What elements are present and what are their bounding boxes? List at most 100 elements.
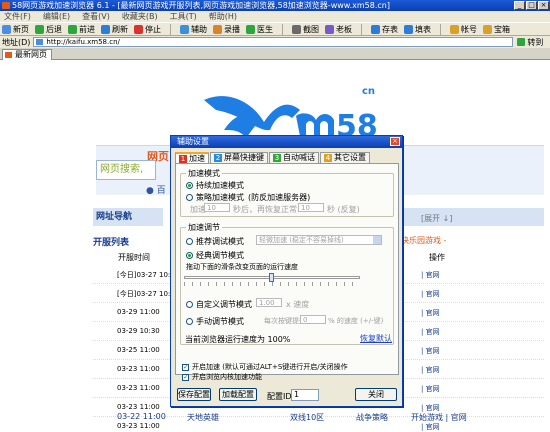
load-config-button[interactable]: 加载配置: [219, 388, 257, 401]
row-official-link[interactable]: | 官网: [421, 308, 440, 318]
dialog-tab-4[interactable]: 4 其它设置: [320, 152, 370, 163]
minimize-button[interactable]: _: [514, 1, 525, 10]
toolbar-button-forward[interactable]: 前进: [68, 24, 95, 35]
search-engine-radio[interactable]: ● 百: [146, 183, 166, 196]
toolbar-button-boss-key[interactable]: 老板: [325, 24, 352, 35]
toolbar-button-fill-form[interactable]: 填表: [404, 24, 431, 35]
menu-help[interactable]: 帮助(H): [209, 11, 237, 22]
strategy-mode-option[interactable]: 策略加速模式 (防反加速服务器): [186, 192, 310, 203]
toolbar-separator: [170, 23, 171, 35]
row-official-link[interactable]: | 官网: [421, 365, 440, 375]
manual-mode-option[interactable]: 手动调节模式: [186, 316, 244, 327]
refresh-icon: [101, 24, 110, 34]
toolbar-label: 刷新: [112, 24, 128, 34]
toolbar-button-screenshot[interactable]: 截图: [292, 24, 319, 35]
close-window-button[interactable]: ×: [538, 1, 549, 10]
search-input[interactable]: 网页搜索,: [96, 160, 156, 180]
dialog-titlebar[interactable]: 辅助设置 ×: [171, 136, 402, 148]
maximize-button[interactable]: □: [526, 1, 537, 10]
row-official-link[interactable]: | 官网: [421, 384, 440, 394]
menu-bar: 文件(F) 编辑(E) 查看(V) 收藏夹(B) 工具(T) 帮助(H): [0, 11, 550, 22]
toolbar-button-account[interactable]: 帐号: [450, 24, 477, 35]
config-id-input[interactable]: 1: [291, 389, 319, 401]
toolbar-label: 后退: [46, 24, 62, 34]
custom-mode-radio[interactable]: [186, 301, 193, 308]
slider-thumb[interactable]: [269, 273, 274, 282]
restore-default-link[interactable]: 恢复默认: [360, 333, 392, 344]
strategy-mode-note: (防反加速服务器): [248, 193, 311, 202]
row-game-link[interactable]: 天地英雄: [187, 412, 219, 423]
dialog-title: 辅助设置: [177, 137, 209, 146]
toolbar: 新页 后退 前进 刷新 停止 辅助 录播 医生 截图 老板 存表 填表 帐号 宝箱: [0, 22, 550, 36]
menu-file[interactable]: 文件(F): [4, 11, 31, 22]
row-official-link[interactable]: | 官网: [421, 289, 440, 299]
enable-accel-option[interactable]: 开启加速 (默认可通过ALT+S键进行开启/关闭操作: [182, 362, 348, 372]
toolbar-button-treasure[interactable]: 宝箱: [483, 24, 510, 35]
browser-tab[interactable]: 最新网页: [2, 49, 52, 60]
go-button[interactable]: 转到: [517, 37, 543, 48]
row-actions[interactable]: 开始游戏 | 官网: [411, 412, 467, 423]
forward-icon: [68, 24, 77, 34]
persistent-mode-radio[interactable]: [186, 182, 193, 189]
expand-link[interactable]: [展开 ↓]: [421, 213, 453, 224]
window-titlebar: 58网页游戏加速浏览器 6.1 - [最新网页游戏开服列表,网页游戏加速浏览器,…: [0, 0, 550, 11]
screenshot-icon: [292, 24, 301, 34]
strategy-mode-radio[interactable]: [186, 194, 193, 201]
toolbar-button-record[interactable]: 录播: [213, 24, 240, 35]
custom-mode-option[interactable]: 自定义调节模式: [186, 299, 252, 310]
dialog-close-text-button[interactable]: 关闭: [355, 388, 397, 401]
address-input[interactable]: http://kaifu.xm58.cn/: [33, 37, 514, 47]
row-official-link[interactable]: | 官网: [421, 346, 440, 356]
manual-mode-radio[interactable]: [186, 318, 193, 325]
speed-slider[interactable]: [184, 272, 360, 288]
account-icon: [450, 24, 459, 34]
toolbar-button-assist[interactable]: 辅助: [180, 24, 207, 35]
fill-form-icon: [404, 24, 413, 34]
nav-section-title: 网址导航: [93, 208, 163, 226]
row-official-link[interactable]: | 官网: [421, 270, 440, 280]
tab-label: 最新网页: [15, 50, 47, 59]
row-time: 03-23 11:00: [117, 422, 160, 430]
custom-speed-unit: x 速度: [286, 300, 310, 309]
row-official-link[interactable]: | 官网: [421, 422, 440, 432]
ad-link[interactable]: 快乐园游戏 -: [401, 235, 446, 246]
dialog-tab-1[interactable]: 1 加速: [175, 152, 209, 163]
toolbar-button-doctor[interactable]: 医生: [246, 24, 273, 35]
search-engine-label: 百: [156, 186, 166, 196]
classic-mode-radio[interactable]: [186, 252, 193, 259]
restore-seconds-input[interactable]: 10: [298, 203, 324, 212]
recommend-preset-select[interactable]: 轻微加速 (稳定不容易掉线): [256, 235, 382, 245]
persistent-mode-option[interactable]: 持续加速模式: [186, 180, 244, 191]
recommend-mode-option[interactable]: 推荐调试模式: [186, 236, 244, 247]
row-server: 双线10区: [290, 413, 325, 422]
classic-mode-option[interactable]: 经典调节模式: [186, 250, 244, 261]
accel-seconds-input[interactable]: 10: [204, 203, 230, 212]
manual-step-input[interactable]: 0: [300, 315, 326, 324]
menu-favorites[interactable]: 收藏夹(B): [122, 11, 158, 22]
kernel-accel-option[interactable]: 开启浏览内核加速功能: [182, 372, 262, 382]
toolbar-button-stop[interactable]: 停止: [134, 24, 161, 35]
toolbar-button-back[interactable]: 后退: [35, 24, 62, 35]
toolbar-button-refresh[interactable]: 刷新: [101, 24, 128, 35]
row-type: 战争策略: [356, 413, 388, 422]
dialog-tab-2[interactable]: 2 屏幕快捷键: [210, 152, 268, 163]
save-config-button[interactable]: 保存配置: [177, 388, 211, 401]
row-official-link[interactable]: | 官网: [421, 327, 440, 337]
dialog-tab-3[interactable]: 3 自动喊话: [269, 152, 319, 163]
menu-edit[interactable]: 编辑(E): [43, 11, 70, 22]
custom-speed-input[interactable]: 1.00: [256, 298, 282, 307]
row-time: 03-29 11:00: [117, 308, 160, 316]
dialog-close-button[interactable]: ×: [390, 137, 400, 146]
dialog-tab-label: 自动喊话: [283, 153, 315, 162]
current-speed-text: 当前浏览器运行速度为 100%: [185, 335, 291, 344]
tab-favicon-icon: [5, 52, 12, 58]
row-time: 03-29 10:30: [117, 327, 160, 335]
enable-accel-checkbox[interactable]: [182, 363, 189, 371]
kernel-accel-checkbox[interactable]: [182, 373, 189, 381]
menu-tools[interactable]: 工具(T): [170, 11, 197, 22]
toolbar-button-save-form[interactable]: 存表: [371, 24, 398, 35]
accel-mode-group-title: 加速模式: [186, 168, 222, 179]
toolbar-button-new-page[interactable]: 新页: [2, 24, 29, 35]
recommend-mode-radio[interactable]: [186, 238, 193, 245]
menu-view[interactable]: 查看(V): [82, 11, 110, 22]
